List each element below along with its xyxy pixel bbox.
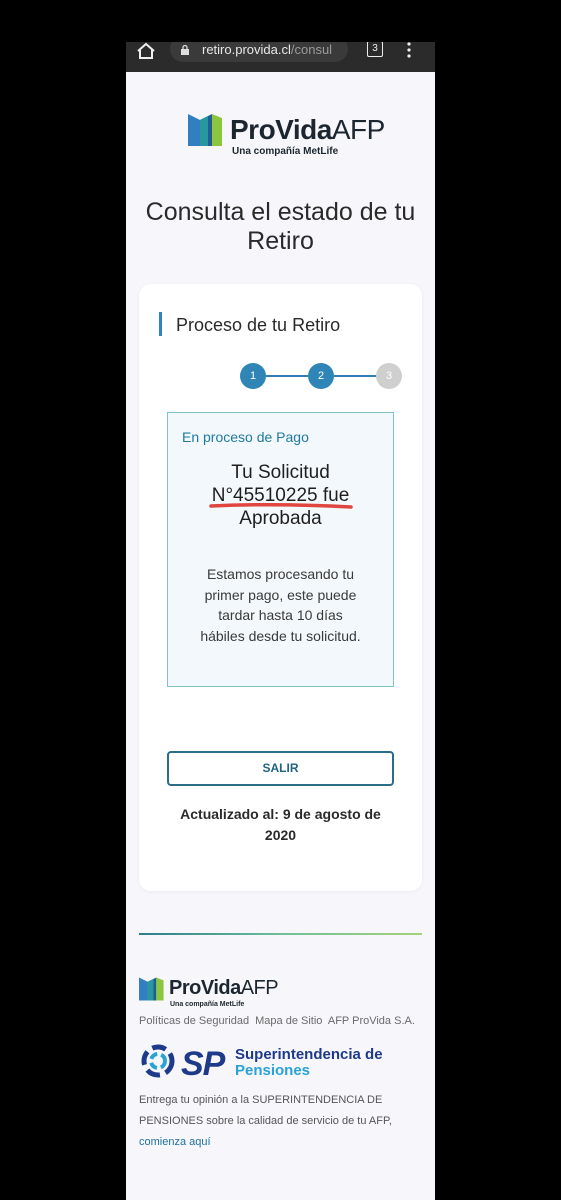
status-label: En proceso de Pago — [182, 429, 309, 445]
feedback-text: Entrega tu opinión a la SUPERINTENDENCIA… — [139, 1094, 392, 1148]
step-3: 3 — [376, 363, 402, 389]
sp-name-line1: Superintendencia de — [235, 1046, 383, 1063]
url-text[interactable]: retiro.provida.cl/consul — [202, 42, 346, 57]
provida-logo-mark — [188, 114, 222, 146]
payment-info: Estamos procesando tu primer pago, este … — [200, 566, 361, 644]
updated-date: Actualizado al: 9 de agosto de 2020 — [180, 806, 381, 843]
page-title: Consulta el estado de tu Retiro — [145, 198, 416, 255]
brand-name: ProVidaAFP — [230, 114, 385, 145]
home-icon[interactable] — [136, 42, 156, 60]
feedback-link[interactable]: comienza aquí — [139, 1136, 211, 1148]
provida-logo[interactable]: ProVidaAFP Una compañía MetLife — [188, 112, 385, 160]
overflow-menu-icon[interactable] — [406, 42, 412, 58]
heading-accent-bar — [159, 312, 162, 336]
provida-logo-mark — [139, 977, 164, 1001]
brand-tagline: Una compañía MetLife — [232, 146, 339, 157]
red-underline-mark — [209, 502, 353, 509]
step-connector — [334, 375, 378, 377]
phone-screen: retiro.provida.cl/consul 3 ProVidaAFP Un… — [126, 42, 435, 1200]
footer-brand-name: ProVidaAFP — [169, 977, 279, 999]
footer-links: Políticas de Seguridad Mapa de Sitio AFP… — [139, 1015, 418, 1027]
tab-switcher-icon[interactable]: 3 — [367, 42, 383, 57]
status-box: En proceso de Pago Tu Solicitud N°455102… — [167, 412, 394, 687]
footer-link-security[interactable]: Políticas de Seguridad — [139, 1015, 249, 1027]
step-2: 2 — [308, 363, 334, 389]
process-heading: Proceso de tu Retiro — [176, 315, 341, 335]
sp-name-line2: Pensiones — [235, 1062, 311, 1079]
sp-letters: SP — [181, 1045, 225, 1083]
step-connector — [266, 375, 308, 377]
process-card: Proceso de tu Retiro 1 2 3 En proceso de… — [139, 284, 422, 891]
exit-button[interactable]: SALIR — [167, 751, 394, 786]
step-1: 1 — [240, 363, 266, 389]
lock-icon — [181, 45, 189, 55]
footer-provida-logo[interactable]: ProVidaAFP Una compañía MetLife — [139, 976, 289, 1012]
approval-message: Tu Solicitud N°45510225 fue Aprobada — [211, 462, 350, 529]
progress-stepper: 1 2 3 — [240, 362, 410, 392]
footer-link-sitemap[interactable]: Mapa de Sitio — [255, 1015, 322, 1027]
footer-brand-tagline: Una compañía MetLife — [170, 1001, 245, 1008]
browser-url-bar: retiro.provida.cl/consul 3 — [126, 42, 435, 72]
footer-link-company[interactable]: AFP ProVida S.A. — [328, 1015, 415, 1027]
footer-divider — [139, 933, 422, 935]
sp-emblem-icon — [141, 1044, 175, 1078]
superintendencia-logo[interactable]: SP Superintendencia de Pensiones — [139, 1042, 389, 1083]
